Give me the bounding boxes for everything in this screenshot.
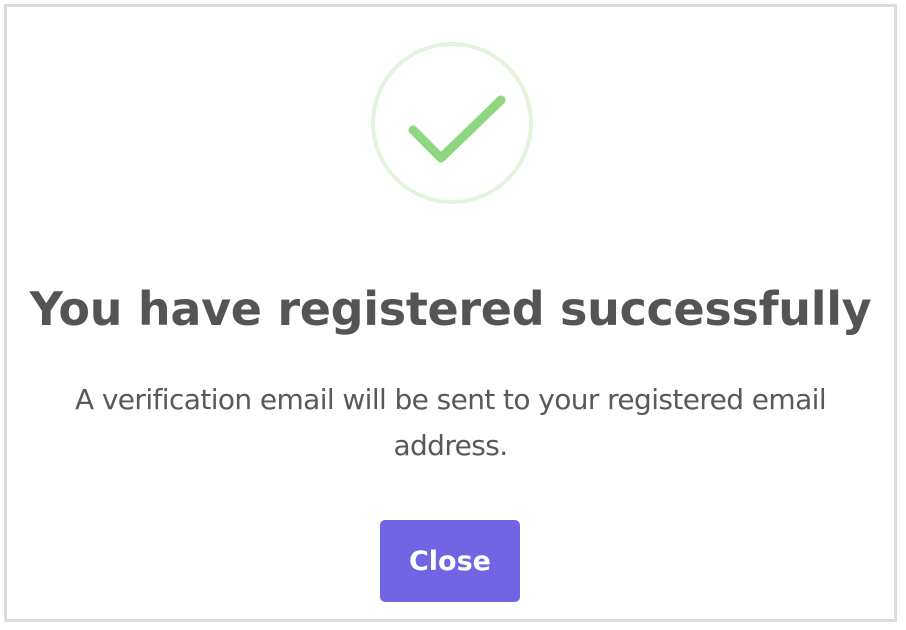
success-icon-ring [371, 42, 533, 204]
dialog-message: A verification email will be sent to you… [74, 383, 827, 462]
success-dialog: You have registered successfully A verif… [7, 7, 894, 619]
close-button[interactable]: Close [380, 520, 520, 602]
dialog-frame: You have registered successfully A verif… [4, 4, 897, 622]
check-icon [408, 95, 506, 163]
dialog-title: You have registered successfully [29, 282, 872, 336]
